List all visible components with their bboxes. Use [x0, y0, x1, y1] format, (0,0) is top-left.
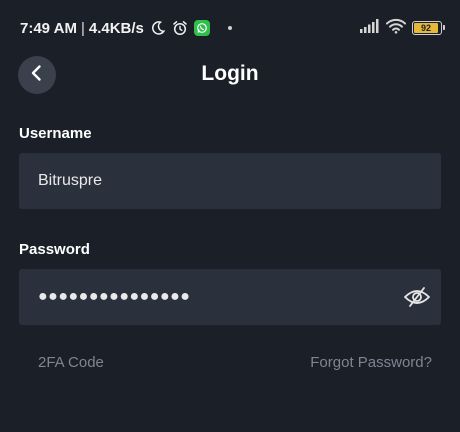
twofa-code-link[interactable]: 2FA Code [38, 354, 104, 371]
password-label: Password [19, 241, 90, 258]
password-input[interactable] [38, 288, 398, 306]
battery-level: 92 [420, 22, 431, 33]
notification-dot-icon [227, 26, 232, 30]
username-field[interactable] [19, 153, 441, 209]
alarm-clock-icon [172, 20, 188, 36]
status-time: 7:49 AM [20, 19, 77, 37]
wifi-icon [386, 18, 406, 39]
password-field[interactable] [19, 269, 441, 325]
battery-icon: 92 [412, 21, 445, 35]
status-right: 92 [360, 18, 445, 39]
whatsapp-icon [193, 20, 210, 36]
moon-icon [150, 20, 166, 36]
username-input[interactable] [38, 172, 398, 190]
page-title: Login [201, 62, 259, 85]
username-label: Username [19, 125, 92, 142]
forgot-password-link[interactable]: Forgot Password? [310, 354, 432, 371]
status-left: 7:49 AM | 4.4KB/s [20, 18, 232, 38]
status-separator: | [80, 19, 85, 37]
network-speed: 4.4KB/s [88, 19, 144, 37]
status-bar: 7:49 AM | 4.4KB/s 92 [0, 0, 460, 54]
battery-fill: 92 [414, 23, 438, 33]
eye-slash-icon[interactable] [403, 283, 431, 311]
signal-icon [360, 18, 380, 38]
